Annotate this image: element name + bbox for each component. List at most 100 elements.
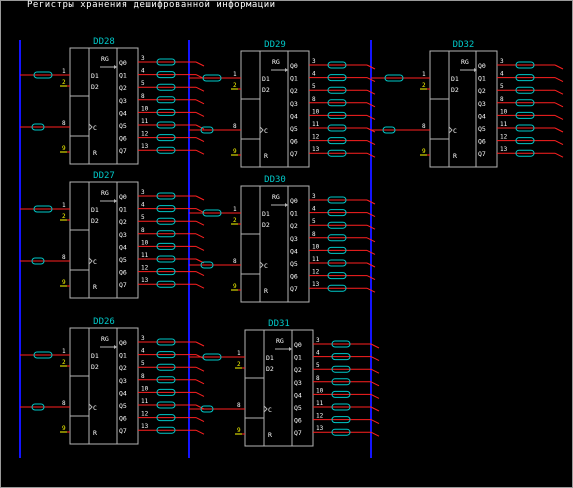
pin-number: 11: [141, 118, 149, 125]
output-label: Q0: [119, 59, 127, 67]
output-wire-tail: [195, 233, 205, 239]
pin-number: 3: [141, 55, 145, 62]
pin-number: 1: [62, 68, 66, 75]
pin-number: 2: [233, 217, 237, 224]
pin-number: 5: [141, 80, 145, 87]
input-label-c: C: [264, 262, 268, 270]
pin-number: 11: [312, 256, 320, 263]
output-label: Q0: [119, 193, 127, 201]
input-label-r: R: [268, 431, 272, 439]
output-wire-tail: [370, 368, 380, 374]
pin-number: 3: [141, 189, 145, 196]
input-label-d1: D1: [262, 75, 270, 83]
output-label: Q5: [290, 125, 298, 133]
pin-number: 10: [312, 108, 320, 115]
pin-number: 10: [312, 243, 320, 250]
pin-number: 10: [141, 385, 149, 392]
pin-number: 2: [62, 79, 66, 86]
output-wire-tail: [554, 64, 564, 70]
pin-number: 1: [233, 71, 237, 78]
chip-type-label: RG: [276, 337, 284, 345]
pin-number: 3: [312, 58, 316, 65]
pin-number: 13: [500, 146, 508, 153]
output-label: Q7: [294, 429, 302, 437]
pin-number: 4: [312, 206, 316, 213]
input-label-r: R: [93, 429, 97, 437]
output-wire-tail: [195, 366, 205, 372]
input-label-c: C: [268, 406, 272, 414]
pin-number: 13: [312, 146, 320, 153]
output-wire-tail: [195, 271, 205, 277]
schematic-drawing: DD28RGD1D2CR1289Q03Q14Q25Q38Q410Q511Q612…: [19, 37, 564, 458]
output-label: Q4: [119, 389, 127, 397]
output-label: Q6: [290, 138, 298, 146]
pin-number: 2: [422, 82, 426, 89]
input-label-d2: D2: [91, 363, 99, 371]
output-wire-tail: [370, 381, 380, 387]
output-wire-tail: [370, 419, 380, 425]
output-label: Q2: [290, 87, 298, 95]
chip-type-label: RG: [101, 189, 109, 197]
output-label: Q1: [119, 72, 127, 80]
pin-number: 12: [500, 134, 508, 141]
pin-number: 8: [237, 402, 241, 409]
output-label: Q4: [290, 247, 298, 255]
chip-body: [69, 181, 139, 299]
pin-number: 3: [500, 58, 504, 65]
pin-number: 5: [312, 83, 316, 90]
output-wire-tail: [195, 391, 205, 397]
pin-number: 11: [316, 400, 324, 407]
pin-number: 13: [312, 281, 320, 288]
pin-number: 8: [233, 123, 237, 130]
output-label: Q7: [290, 150, 298, 158]
output-wire-tail: [370, 356, 380, 362]
pin-number: 8: [312, 96, 316, 103]
input-label-d2: D2: [262, 86, 270, 94]
output-label: Q5: [119, 402, 127, 410]
pin-number: 11: [141, 252, 149, 259]
pin-number: 11: [500, 121, 508, 128]
chip-dd29: DD29RGD1D2CR1289Q03Q14Q25Q38Q410Q511Q612…: [189, 40, 376, 168]
output-label: Q1: [119, 206, 127, 214]
input-label-c: C: [264, 127, 268, 135]
output-wire-tail: [195, 111, 205, 117]
pin-number: 4: [500, 71, 504, 78]
chip-dd26: DD26RGD1D2CR1289Q03Q14Q25Q38Q410Q511Q612…: [20, 317, 205, 445]
output-label: Q2: [119, 364, 127, 372]
output-label: Q2: [294, 366, 302, 374]
output-label: Q5: [119, 122, 127, 130]
output-wire-tail: [195, 220, 205, 226]
pin-number: 1: [62, 202, 66, 209]
pin-number: 4: [141, 348, 145, 355]
chip-name-label: DD32: [453, 40, 475, 50]
pin-number: 9: [233, 148, 237, 155]
pin-number: 5: [316, 362, 320, 369]
input-label-d1: D1: [262, 210, 270, 218]
pin-number: 8: [62, 254, 66, 261]
input-label-c: C: [93, 124, 97, 132]
pin-number: 2: [233, 82, 237, 89]
pin-number: 8: [141, 227, 145, 234]
output-wire-tail: [195, 245, 205, 251]
pin-number: 12: [141, 131, 149, 138]
input-label-d2: D2: [91, 83, 99, 91]
output-label: Q4: [119, 243, 127, 251]
output-label: Q2: [119, 84, 127, 92]
output-wire-tail: [195, 137, 205, 143]
chip-dd28: DD28RGD1D2CR1289Q03Q14Q25Q38Q410Q511Q612…: [20, 37, 205, 165]
pin-number: 10: [141, 105, 149, 112]
output-wire-tail: [195, 379, 205, 385]
pin-number: 9: [62, 145, 66, 152]
pin-number: 2: [62, 359, 66, 366]
pin-number: 12: [141, 411, 149, 418]
pin-number: 9: [237, 427, 241, 434]
input-label-d2: D2: [451, 86, 459, 94]
pin-number: 3: [316, 337, 320, 344]
pin-number: 1: [62, 348, 66, 355]
pin-number: 8: [141, 373, 145, 380]
input-label-d1: D1: [91, 72, 99, 80]
chip-name-label: DD28: [93, 37, 115, 47]
input-label-c: C: [93, 258, 97, 266]
output-wire-tail: [554, 152, 564, 158]
input-label-c: C: [453, 127, 457, 135]
